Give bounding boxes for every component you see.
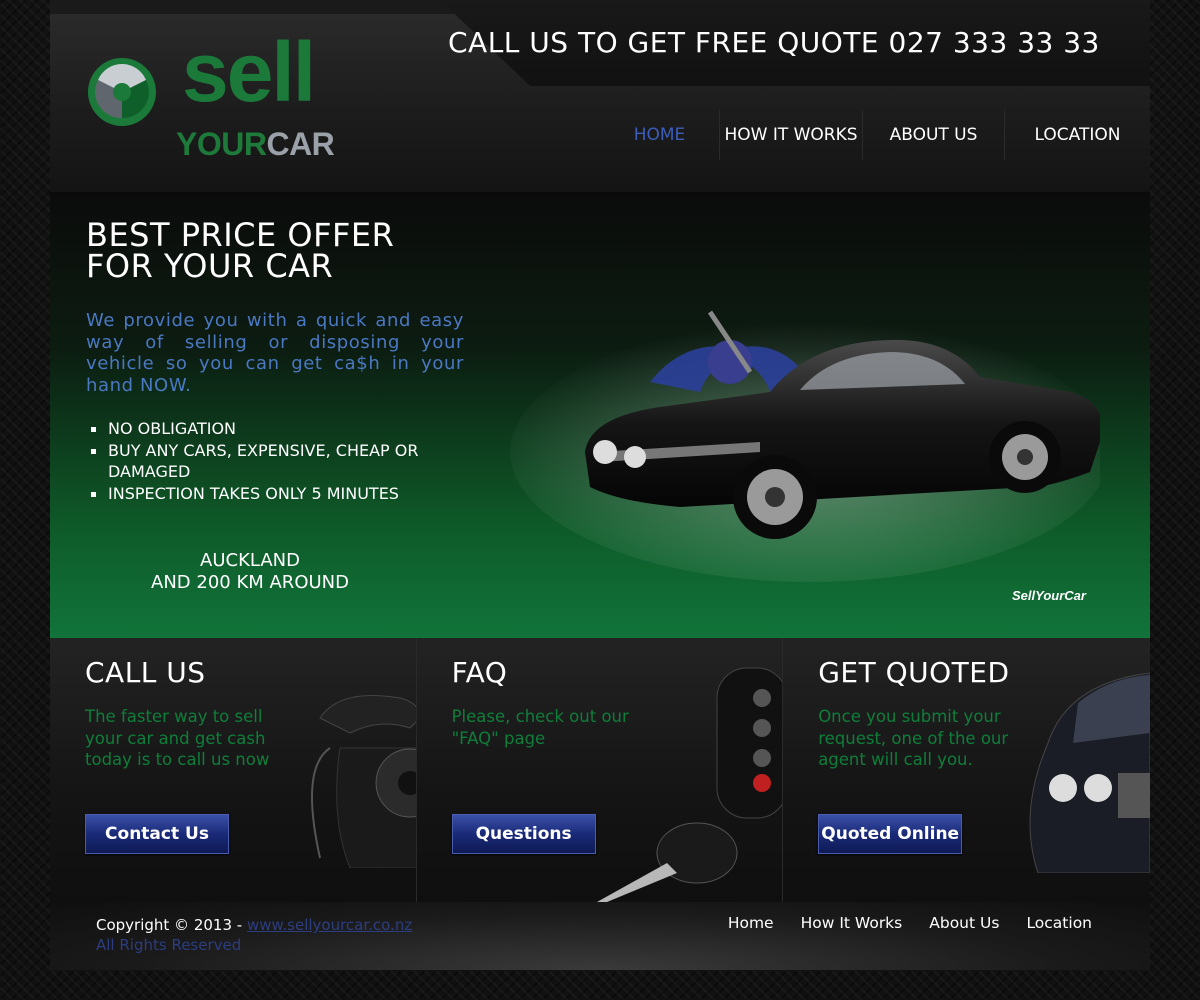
hero-benefits-list: NO OBLIGATION BUY ANY CARS, EXPENSIVE, C… (91, 418, 468, 505)
page: CALL US TO GET FREE QUOTE 027 333 33 33 … (50, 0, 1150, 970)
feature-text: Once you submit your request, one of the… (818, 707, 1009, 769)
phone-cta: CALL US TO GET FREE QUOTE 027 333 33 33 (448, 26, 1100, 59)
logo-word-sell: sell (182, 25, 316, 119)
footer-link-location[interactable]: Location (1026, 914, 1092, 932)
logo[interactable]: sell YOURCAR (86, 25, 386, 168)
main-nav: HOME HOW IT WORKS ABOUT US LOCATION (600, 110, 1150, 160)
quoted-online-button[interactable]: Quoted Online (818, 814, 963, 854)
nav-how-it-works[interactable]: HOW IT WORKS (720, 110, 863, 160)
muscle-car-image (510, 310, 1100, 582)
feature-title: CALL US (85, 656, 206, 689)
feature-text: Please, check out our "FAQ" page (451, 707, 629, 748)
logo-word-your: YOUR (176, 126, 267, 162)
header-tab (50, 0, 460, 14)
questions-button[interactable]: Questions (451, 814, 596, 854)
nav-about-us[interactable]: ABOUT US (863, 110, 1005, 160)
feature-text: The faster way to sell your car and get … (85, 707, 270, 769)
feature-title: FAQ (451, 656, 508, 689)
features-row: CALL US The faster way to sell your car … (50, 638, 1150, 902)
contact-us-button[interactable]: Contact Us (85, 814, 229, 854)
rights-reserved: All Rights Reserved (96, 936, 242, 954)
footer: Copyright © 2013 - www.sellyourcar.co.nz… (50, 902, 1150, 970)
footer-nav: Home How It Works About Us Location (728, 914, 1092, 932)
footer-link-about-us[interactable]: About Us (929, 914, 999, 932)
feature-call-us: CALL US The faster way to sell your car … (50, 638, 417, 902)
site-link[interactable]: www.sellyourcar.co.nz (247, 916, 412, 934)
header: CALL US TO GET FREE QUOTE 027 333 33 33 … (50, 0, 1150, 192)
copyright: Copyright © 2013 - www.sellyourcar.co.nz (96, 914, 412, 936)
feature-faq: FAQ Please, check out our "FAQ" page Que… (416, 638, 784, 902)
hero-title-line2: FOR YOUR CAR (86, 247, 334, 285)
feature-get-quoted: GET QUOTED Once you submit your request,… (783, 638, 1150, 902)
hero-location: AUCKLAND AND 200 KM AROUND (110, 550, 390, 594)
luxury-car-icon (1029, 672, 1150, 873)
hero-watermark: SellYourCar (1012, 588, 1086, 603)
nav-location[interactable]: LOCATION (1005, 110, 1150, 160)
location-line2: AND 200 KM AROUND (151, 572, 349, 593)
benefit-item: BUY ANY CARS, EXPENSIVE, CHEAP OR DAMAGE… (91, 440, 468, 483)
benefit-item: INSPECTION TAKES ONLY 5 MINUTES (91, 483, 468, 505)
copyright-text: Copyright © 2013 - (96, 916, 247, 934)
hero-banner: BEST PRICE OFFER FOR YOUR CAR We provide… (50, 192, 1150, 638)
feature-title: GET QUOTED (818, 656, 1010, 689)
footer-link-how-it-works[interactable]: How It Works (801, 914, 903, 932)
hero-title: BEST PRICE OFFER FOR YOUR CAR (86, 219, 394, 285)
footer-link-home[interactable]: Home (728, 914, 774, 932)
location-line1: AUCKLAND (200, 550, 300, 571)
logo-word-car: CAR (266, 126, 335, 162)
telephone-icon (311, 695, 416, 868)
nav-home[interactable]: HOME (600, 110, 720, 160)
car-key-icon (596, 667, 783, 902)
hero-description: We provide you with a quick and easy way… (86, 310, 464, 396)
logo-word-yourcar: YOURCAR (176, 126, 335, 163)
benefit-item: NO OBLIGATION (91, 418, 468, 440)
logo-wheel-icon (88, 58, 156, 126)
